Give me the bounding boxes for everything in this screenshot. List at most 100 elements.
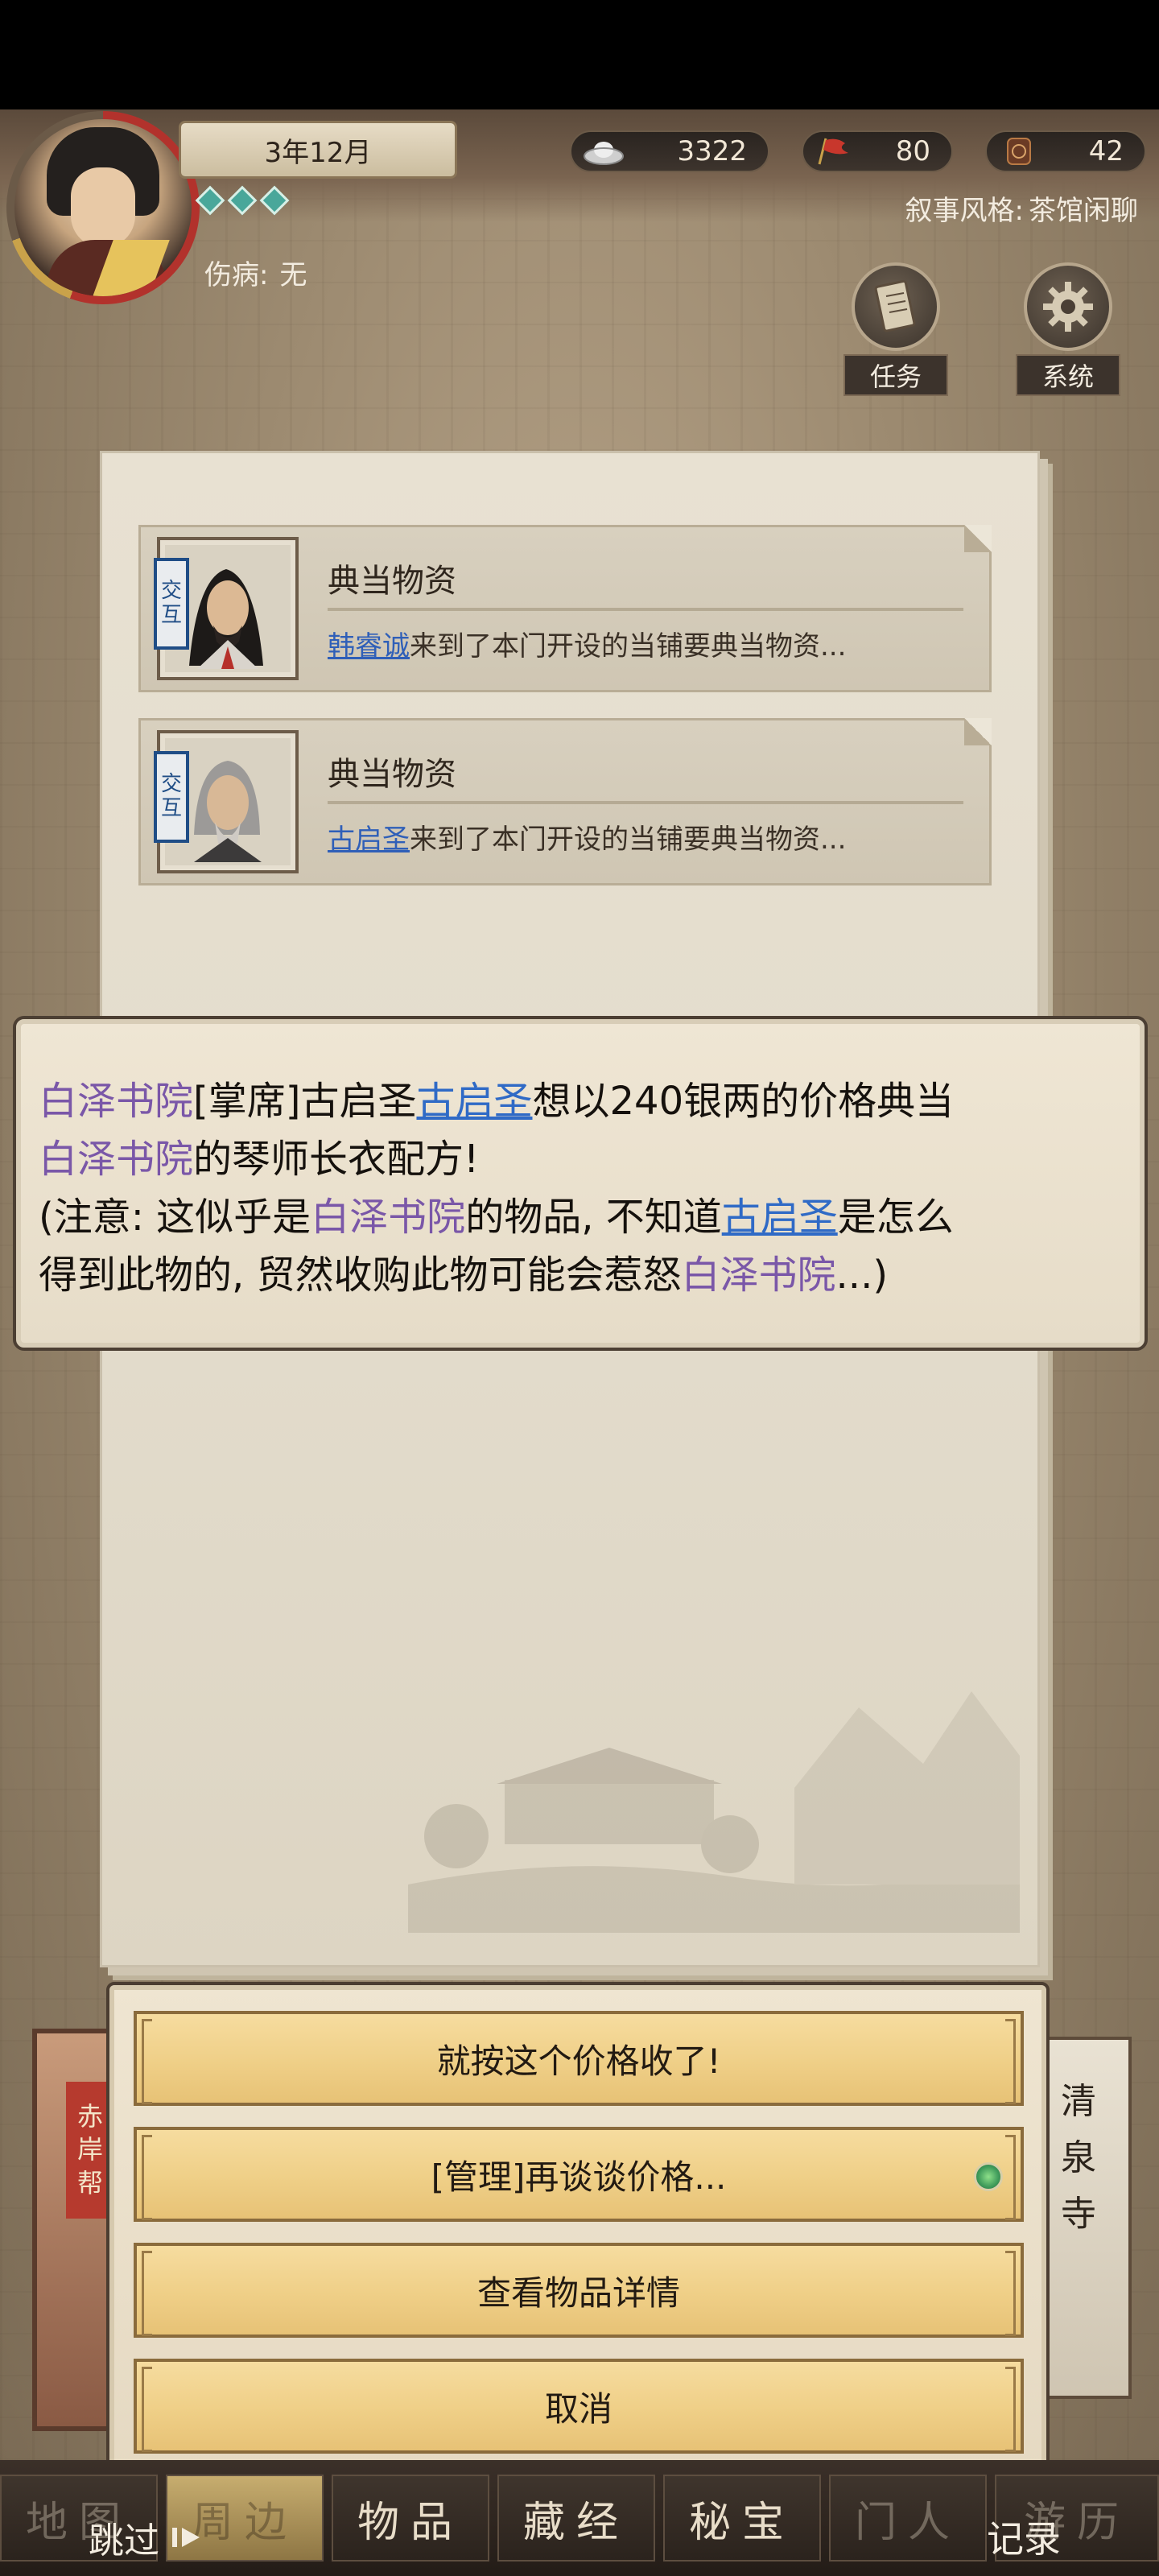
task-button[interactable] xyxy=(852,262,940,351)
sign-char: 帮 xyxy=(76,2167,103,2198)
tab-items[interactable]: 物品 xyxy=(332,2475,489,2562)
options-panel: 就按这个价格收了! [管理]再谈谈价格... 查看物品详情 取消 xyxy=(106,1982,1050,2483)
flag-value: 80 xyxy=(895,135,930,167)
diamond-icon xyxy=(195,185,225,216)
injury-label: 伤病: xyxy=(204,259,269,291)
page-fold xyxy=(964,525,992,552)
player-avatar[interactable] xyxy=(6,111,200,304)
system-button[interactable] xyxy=(1024,262,1112,351)
skip-button[interactable]: 跳过 xyxy=(89,2512,206,2563)
sect-name: 白泽书院 xyxy=(39,1137,194,1182)
character-portrait: 交 互 xyxy=(154,537,299,680)
location-card-right[interactable]: 清 泉 寺 xyxy=(1043,2037,1132,2399)
event-description: 古启圣来到了本门开设的当铺要典当物资... xyxy=(328,817,846,857)
character-name-link[interactable]: 古启圣 xyxy=(416,1079,532,1124)
injury-value: 无 xyxy=(279,259,307,291)
token-icon xyxy=(1007,138,1031,165)
tab-scripture[interactable]: 藏经 xyxy=(497,2475,655,2562)
record-button[interactable]: 记录 xyxy=(987,2510,1061,2563)
sign-char: 泉 xyxy=(1061,2137,1096,2178)
event-card[interactable]: 交 互 典当物资 韩睿诚来到了本门开设的当铺要典当物资... xyxy=(138,525,992,692)
dialog-text: ...) xyxy=(835,1253,889,1298)
option-label: 取消 xyxy=(544,2388,612,2429)
token-counter[interactable]: 42 xyxy=(985,130,1146,172)
date-text: 3年12月 xyxy=(264,136,372,169)
tab-label: 藏经 xyxy=(522,2498,629,2547)
event-desc-text: 来到了本门开设的当铺要典当物资... xyxy=(410,824,847,856)
tag-char: 交 xyxy=(160,579,182,604)
option-label: [管理]再谈谈价格... xyxy=(431,2157,727,2197)
divider xyxy=(328,608,963,611)
interact-tag: 交 互 xyxy=(154,751,189,843)
gear-icon xyxy=(1043,282,1093,332)
narrative-style[interactable]: 叙事风格: 茶馆闲聊 xyxy=(905,188,1138,228)
interact-tag: 交 互 xyxy=(154,558,189,650)
silver-ingot-icon xyxy=(584,142,624,165)
character-name-link[interactable]: 韩睿诚 xyxy=(328,630,410,663)
dialog-text: 想以240银两的价格典当 xyxy=(532,1079,955,1124)
dialog-text: 的物品, 不知道 xyxy=(465,1195,722,1240)
tab-treasure[interactable]: 秘宝 xyxy=(663,2475,821,2562)
tag-char: 互 xyxy=(160,796,182,820)
landscape-painting xyxy=(408,1691,1020,1933)
tag-char: 交 xyxy=(160,772,182,797)
cancel-button[interactable]: 取消 xyxy=(134,2359,1024,2454)
option-label: 查看物品详情 xyxy=(476,2273,680,2313)
event-title: 典当物资 xyxy=(328,563,456,600)
sign-char: 寺 xyxy=(1061,2194,1096,2235)
event-card[interactable]: 交 互 典当物资 古启圣来到了本门开设的当铺要典当物资... xyxy=(138,718,992,886)
dialog-text: (注意: 这似乎是 xyxy=(39,1195,311,1240)
tab-label: 周边 xyxy=(191,2498,298,2547)
character-name-link[interactable]: 古启圣 xyxy=(328,824,410,856)
sect-name: 白泽书院 xyxy=(311,1195,466,1240)
event-description: 韩睿诚来到了本门开设的当铺要典当物资... xyxy=(328,624,846,663)
date-plaque: 3年12月 xyxy=(179,121,457,179)
injury-status: 伤病: 无 xyxy=(204,253,307,292)
sect-name: 白泽书院 xyxy=(39,1079,194,1124)
sect-name: 白泽书院 xyxy=(681,1253,836,1298)
dialog-line-3: (注意: 这似乎是白泽书院的物品, 不知道古启圣是怎么 xyxy=(39,1188,1122,1246)
dialog-text: 得到此物的, 贸然收购此物可能会惹怒 xyxy=(39,1253,682,1298)
character-portrait: 交 互 xyxy=(154,730,299,873)
sign-char: 赤 xyxy=(76,2100,103,2132)
tab-disciples[interactable]: 门人 xyxy=(829,2475,987,2562)
accept-price-button[interactable]: 就按这个价格收了! xyxy=(134,2011,1024,2106)
status-bar-area xyxy=(0,0,1159,109)
status-diamonds xyxy=(195,185,290,216)
silver-value: 3322 xyxy=(677,135,747,167)
event-title: 典当物资 xyxy=(328,756,456,793)
silver-counter[interactable]: 3322 xyxy=(570,130,769,172)
recommended-indicator-icon xyxy=(974,2162,1003,2191)
tab-label: 物品 xyxy=(357,2498,464,2547)
skip-label: 跳过 xyxy=(89,2520,159,2562)
sign-char: 岸 xyxy=(76,2134,103,2165)
dialog-line-2: 白泽书院的琴师长衣配方! xyxy=(39,1130,1122,1188)
dialog-line-1: 白泽书院[掌席]古启圣古启圣想以240银两的价格典当 xyxy=(39,1072,1122,1130)
diamond-icon xyxy=(259,185,290,216)
role-text: [掌席]古启圣 xyxy=(193,1079,417,1124)
skip-icon xyxy=(172,2528,200,2547)
diamond-icon xyxy=(227,185,258,216)
tag-char: 互 xyxy=(160,603,182,627)
divider xyxy=(328,801,963,804)
tab-label: 秘宝 xyxy=(688,2498,795,2547)
tab-label: 门人 xyxy=(854,2498,961,2547)
system-label[interactable]: 系统 xyxy=(1016,354,1120,396)
pawn-dialog: 白泽书院[掌席]古启圣古启圣想以240银两的价格典当 白泽书院的琴师长衣配方! … xyxy=(13,1016,1148,1351)
option-label: 就按这个价格收了! xyxy=(436,2041,721,2081)
character-name-link[interactable]: 古启圣 xyxy=(722,1195,838,1240)
flag-counter[interactable]: 80 xyxy=(802,130,953,172)
scroll-icon xyxy=(874,279,916,332)
dialog-text: 是怎么 xyxy=(837,1195,954,1240)
event-desc-text: 来到了本门开设的当铺要典当物资... xyxy=(410,630,847,663)
sign-char: 清 xyxy=(1061,2081,1096,2122)
location-sign: 清 泉 寺 xyxy=(1061,2072,1096,2236)
dialog-line-4: 得到此物的, 贸然收购此物可能会惹怒白泽书院...) xyxy=(39,1246,1122,1304)
task-label[interactable]: 任务 xyxy=(843,354,948,396)
dialog-text: 的琴师长衣配方! xyxy=(193,1137,480,1182)
view-item-details-button[interactable]: 查看物品详情 xyxy=(134,2243,1024,2338)
negotiate-price-button[interactable]: [管理]再谈谈价格... xyxy=(134,2127,1024,2222)
avatar-portrait xyxy=(14,119,192,296)
style-label: 叙事风格: xyxy=(905,195,1024,227)
red-flag-icon xyxy=(818,138,848,165)
